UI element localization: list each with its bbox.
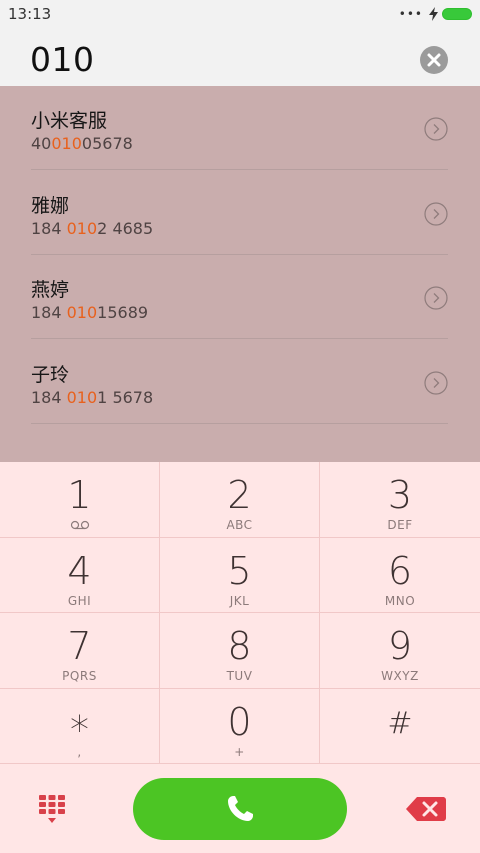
key-digit: 9 [387, 624, 413, 668]
key-letters: WXYZ [381, 669, 419, 683]
chevron-right-circle-icon[interactable] [424, 202, 448, 226]
key-0[interactable]: 0 + [160, 688, 320, 764]
contact-name: 雅娜 [31, 195, 70, 217]
contact-results-list: 小米客服 4001005678 雅娜 184 0102 4685 燕婷 184 … [0, 86, 480, 462]
number-match: 010 [66, 303, 98, 322]
status-time: 13:13 [8, 5, 52, 23]
chevron-right-circle-icon[interactable] [424, 286, 448, 310]
key-digit: 0 [227, 699, 252, 744]
key-2[interactable]: 2 ABC [160, 462, 320, 538]
key-letters: PQRS [62, 669, 97, 683]
clear-button[interactable] [420, 46, 448, 74]
key-digit: 1 [67, 473, 92, 517]
key-digit: 4 [67, 548, 92, 593]
key-digit: 2 [227, 473, 252, 517]
key-letters: MNO [384, 593, 416, 608]
key-9[interactable]: 9 WXYZ [320, 613, 480, 689]
key-4[interactable]: 4 GHI [0, 537, 160, 613]
key-letters: , [77, 744, 82, 759]
key-letters: JKL [229, 593, 250, 608]
key-star[interactable]: * , [0, 688, 160, 764]
contact-name: 燕婷 [31, 279, 70, 301]
chevron-right-circle-icon[interactable] [424, 117, 448, 141]
phone-icon [228, 796, 253, 821]
key-digit: 8 [227, 624, 252, 668]
contact-row[interactable]: 雅娜 184 0102 4685 [31, 171, 448, 255]
key-letters: + [234, 744, 245, 759]
key-digit: 3 [387, 473, 413, 517]
key-hash[interactable]: # [320, 689, 480, 764]
key-letters: TUV [226, 669, 253, 683]
key-digit: 5 [227, 548, 252, 593]
lightning-icon [429, 7, 438, 21]
voicemail-icon [70, 520, 90, 530]
contact-number: 4001005678 [31, 134, 133, 153]
status-icons: ••• [399, 7, 472, 21]
contact-number: 184 01015689 [31, 303, 149, 322]
call-button[interactable] [133, 778, 347, 840]
key-1[interactable]: 1 [0, 462, 160, 538]
contact-name: 小米客服 [31, 110, 108, 132]
key-5[interactable]: 5 JKL [160, 537, 320, 613]
key-digit: 6 [387, 548, 413, 593]
key-digit: # [387, 705, 413, 741]
dialpad-icon[interactable] [38, 794, 66, 824]
contact-number: 184 0101 5678 [31, 388, 154, 407]
number-match: 010 [66, 219, 98, 238]
signal-dots: ••• [398, 7, 423, 21]
backspace-icon[interactable] [406, 797, 446, 821]
clear-icon [427, 53, 441, 67]
key-3[interactable]: 3 DEF [320, 462, 480, 538]
bottom-action-bar [0, 764, 480, 853]
number-match: 010 [66, 388, 98, 407]
key-8[interactable]: 8 TUV [160, 613, 320, 689]
key-letters: DEF [387, 518, 413, 532]
key-digit: 7 [67, 624, 92, 668]
contact-name: 子玲 [31, 364, 70, 386]
contact-number: 184 0102 4685 [31, 219, 154, 238]
contact-row[interactable]: 燕婷 184 01015689 [31, 255, 448, 339]
dialpad: 1 2 ABC 3 DEF 4 GHI 5 JKL 6 MNO 7 PQRS 8… [0, 462, 480, 764]
key-6[interactable]: 6 MNO [320, 538, 480, 613]
chevron-right-circle-icon[interactable] [424, 371, 448, 395]
key-digit: * [70, 707, 89, 752]
dial-input-bar: 010 [0, 30, 480, 86]
number-match: 010 [51, 134, 82, 153]
dialed-number[interactable]: 010 [30, 40, 95, 79]
key-letters: ABC [226, 518, 253, 532]
key-7[interactable]: 7 PQRS [0, 613, 160, 689]
contact-row[interactable]: 小米客服 4001005678 [31, 86, 448, 170]
battery-icon [442, 8, 472, 20]
contact-row[interactable]: 子玲 184 0101 5678 [31, 340, 448, 424]
status-bar: 13:13 ••• [0, 0, 480, 30]
key-letters: GHI [67, 593, 92, 608]
